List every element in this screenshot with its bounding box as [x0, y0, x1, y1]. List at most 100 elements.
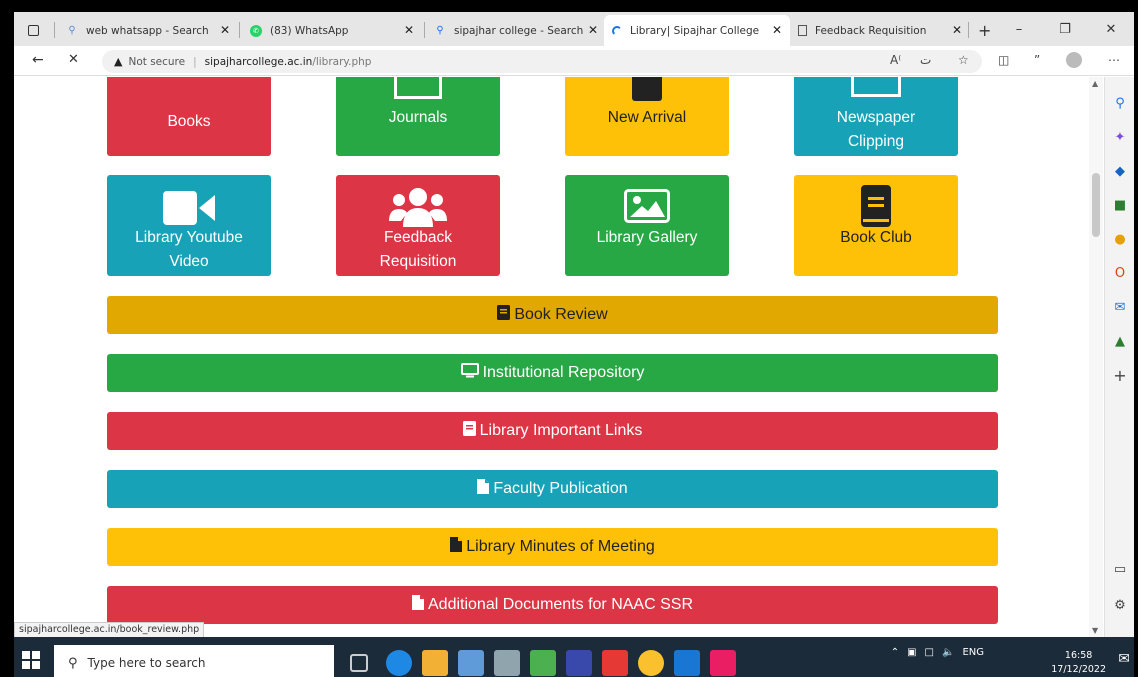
- outlook-icon[interactable]: ✉: [1111, 299, 1129, 317]
- search-placeholder: Type here to search: [87, 656, 206, 670]
- favorites-icon[interactable]: ☆: [958, 53, 969, 67]
- tools-icon[interactable]: ◆: [1111, 163, 1129, 181]
- search-icon[interactable]: ⚲: [1111, 95, 1129, 113]
- tab-title: sipajhar college - Search: [454, 24, 584, 37]
- bar-label: Library Important Links: [479, 422, 643, 439]
- hide-sidebar-icon[interactable]: ▭: [1111, 561, 1129, 579]
- close-tab-icon[interactable]: ✕: [772, 23, 782, 37]
- tab-actions-icon: [28, 25, 39, 36]
- book-icon: [462, 421, 476, 441]
- office-icon[interactable]: O: [1111, 265, 1129, 283]
- tile-new-arrival[interactable]: New Arrival: [565, 77, 729, 156]
- taskbar-clock[interactable]: 16:58 17/12/2022: [1051, 649, 1106, 677]
- bar-label: Book Review: [514, 306, 608, 323]
- add-icon[interactable]: +: [1111, 367, 1129, 385]
- scroll-down-arrow-icon[interactable]: ▼: [1092, 626, 1098, 635]
- collections-icon[interactable]: ◫: [998, 53, 1009, 67]
- minimize-button[interactable]: –: [996, 22, 1042, 37]
- page-scrollbar[interactable]: ▲ ▼: [1089, 77, 1103, 637]
- read-aloud-icon[interactable]: A⁽: [890, 53, 901, 67]
- close-tab-icon[interactable]: ✕: [220, 23, 230, 37]
- tile-newspaper-clipping[interactable]: Newspaper Clipping: [794, 77, 958, 156]
- taskbar-search-input[interactable]: ⚲ Type here to search: [54, 645, 334, 677]
- network-icon[interactable]: □: [925, 647, 934, 658]
- close-tab-icon[interactable]: ✕: [588, 23, 598, 37]
- whatsapp-icon: ✆: [250, 24, 262, 37]
- chrome-icon[interactable]: [638, 650, 664, 676]
- office-people-icon[interactable]: ●: [1111, 231, 1129, 249]
- url-field[interactable]: ▲ Not secure | sipajharcollege.ac.in /li…: [102, 50, 982, 73]
- close-tab-icon[interactable]: ✕: [404, 23, 414, 37]
- newspaper-icon: [394, 77, 442, 99]
- tile-label: Library Youtube Video: [135, 229, 243, 270]
- book-review-button[interactable]: Book Review: [107, 296, 998, 334]
- system-tray: ⌃ ▣ □ 🔈 ENG: [883, 647, 984, 658]
- windows-start-icon[interactable]: [22, 651, 44, 673]
- tile-book-club[interactable]: Book Club: [794, 175, 958, 276]
- edge-taskbar-icon[interactable]: [386, 650, 412, 676]
- bar-label: Additional Documents for NAAC SSR: [428, 596, 693, 613]
- security-label: Not secure: [128, 55, 186, 68]
- bar-label: Faculty Publication: [493, 480, 628, 497]
- more-options-icon[interactable]: ⋯: [1108, 53, 1120, 67]
- close-window-button[interactable]: ✕: [1088, 22, 1134, 37]
- search-icon: ⚲: [68, 655, 78, 671]
- file-icon: [412, 595, 424, 615]
- tree-icon[interactable]: ▲: [1111, 333, 1129, 351]
- warning-icon: ▲: [114, 55, 123, 68]
- newspaper-icon: [851, 77, 901, 97]
- games-icon[interactable]: ■: [1111, 197, 1129, 215]
- library-minutes-button[interactable]: Library Minutes of Meeting: [107, 528, 998, 566]
- tile-books[interactable]: Books: [107, 77, 271, 156]
- paint-icon[interactable]: [494, 650, 520, 676]
- notification-icon[interactable]: ✉: [1118, 651, 1130, 667]
- close-tab-icon[interactable]: ✕: [952, 23, 962, 37]
- gear-icon[interactable]: ⚙: [1111, 597, 1129, 615]
- language-indicator[interactable]: ENG: [962, 647, 984, 658]
- media-icon[interactable]: [602, 650, 628, 676]
- faculty-publication-button[interactable]: Faculty Publication: [107, 470, 998, 508]
- usb-icon[interactable]: ▣: [907, 647, 916, 658]
- tile-journals[interactable]: Journals: [336, 77, 500, 156]
- profile-avatar[interactable]: [1066, 52, 1082, 68]
- stop-loading-button[interactable]: ✕: [68, 52, 79, 67]
- institutional-repository-button[interactable]: Institutional Repository: [107, 354, 998, 392]
- book-icon: [632, 77, 662, 101]
- task-view-icon[interactable]: [350, 654, 368, 672]
- back-button[interactable]: ←: [32, 52, 44, 68]
- scrollbar-thumb[interactable]: [1092, 173, 1100, 237]
- page-icon: [798, 25, 807, 36]
- library-important-links-button[interactable]: Library Important Links: [107, 412, 998, 450]
- tile-feedback-requisition[interactable]: Feedback Requisition: [336, 175, 500, 276]
- tile-library-youtube-video[interactable]: Library Youtube Video: [107, 175, 271, 276]
- tile-library-gallery[interactable]: Library Gallery: [565, 175, 729, 276]
- file-explorer-icon[interactable]: [422, 650, 448, 676]
- tab-title: Feedback Requisition: [815, 24, 927, 37]
- book-icon: [861, 185, 891, 227]
- tab-actions-button[interactable]: [20, 15, 50, 46]
- additional-documents-naac-button[interactable]: Additional Documents for NAAC SSR: [107, 586, 998, 624]
- photos-icon[interactable]: [674, 650, 700, 676]
- restore-button[interactable]: ❐: [1042, 22, 1088, 37]
- clock-date: 17/12/2022: [1051, 664, 1106, 675]
- pdf-app-icon[interactable]: [710, 650, 736, 676]
- notepad-icon[interactable]: [458, 650, 484, 676]
- tab-feedback-requisition[interactable]: Feedback Requisition ✕: [790, 15, 970, 46]
- tile-label: Journals: [388, 109, 448, 126]
- volume-icon[interactable]: 🔈: [942, 647, 954, 658]
- tab-whatsapp[interactable]: ✆ (83) WhatsApp ✕: [242, 15, 422, 46]
- chevron-up-icon[interactable]: ⌃: [891, 647, 899, 658]
- quote-extension-icon[interactable]: ”: [1034, 53, 1040, 67]
- tile-label: New Arrival: [607, 109, 687, 126]
- tab-sipajhar-search[interactable]: ⚲ sipajhar college - Search ✕: [426, 15, 606, 46]
- translate-icon[interactable]: ت: [920, 53, 931, 67]
- tab-title: (83) WhatsApp: [270, 24, 349, 37]
- calculator-icon[interactable]: [530, 650, 556, 676]
- tab-title: web whatsapp - Search: [86, 24, 209, 37]
- shopping-icon[interactable]: ✦: [1111, 129, 1129, 147]
- tab-library-active[interactable]: Library| Sipajhar College ✕: [604, 15, 790, 46]
- tab-web-whatsapp-search[interactable]: ⚲ web whatsapp - Search ✕: [58, 15, 238, 46]
- file-icon: [450, 537, 463, 557]
- scroll-up-arrow-icon[interactable]: ▲: [1092, 79, 1098, 88]
- calendar-icon[interactable]: [566, 650, 592, 676]
